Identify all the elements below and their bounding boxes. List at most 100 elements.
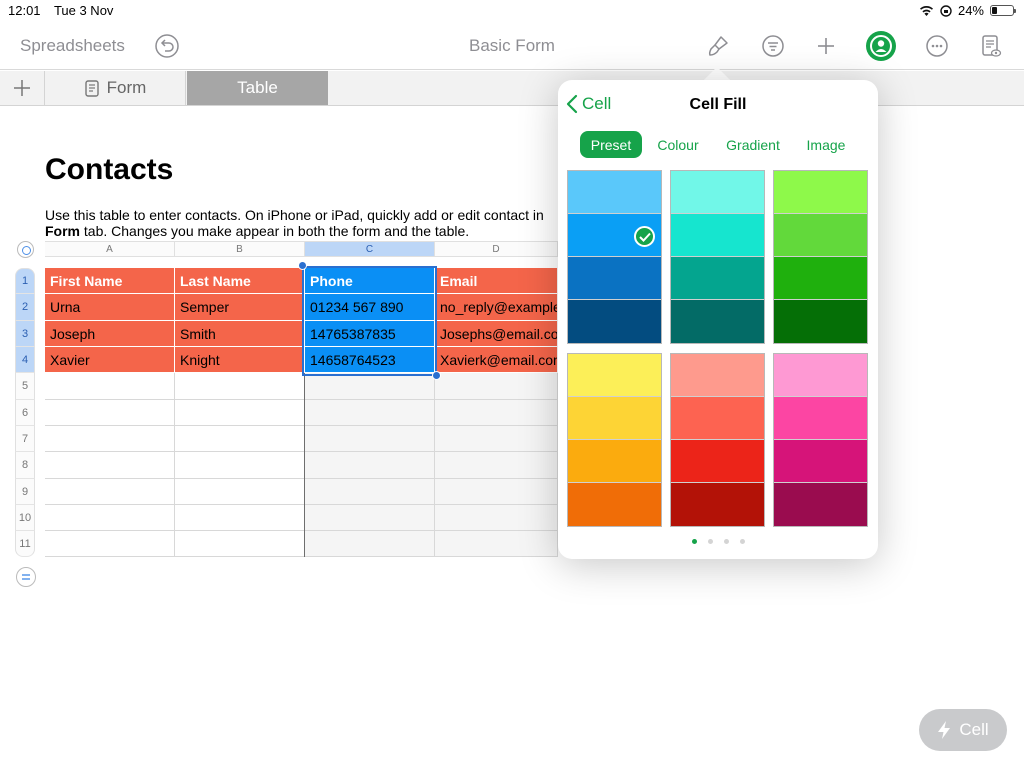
row-header-2[interactable]: 2	[15, 294, 35, 321]
color-swatch[interactable]	[774, 214, 867, 257]
add-sheet-button[interactable]	[0, 71, 45, 105]
table-cell[interactable]: Semper	[175, 294, 305, 321]
color-swatch[interactable]	[774, 300, 867, 343]
selection-handle-top[interactable]	[298, 261, 307, 270]
tab-table[interactable]: Table	[187, 71, 328, 105]
color-swatch[interactable]	[568, 171, 661, 214]
segment-gradient[interactable]: Gradient	[716, 131, 790, 158]
row-header-6[interactable]: 6	[15, 400, 35, 426]
row-header-7[interactable]: 7	[15, 426, 35, 452]
color-swatch[interactable]	[568, 397, 661, 440]
insert-button[interactable]	[811, 31, 841, 61]
color-swatch[interactable]	[671, 214, 764, 257]
row-header-11[interactable]: 11	[15, 531, 35, 557]
segment-preset[interactable]: Preset	[580, 131, 642, 158]
tab-form[interactable]: Form	[46, 71, 186, 105]
row-header-5[interactable]: 5	[15, 373, 35, 400]
row-header-3[interactable]: 3	[15, 321, 35, 347]
column-header-c[interactable]: C	[305, 241, 435, 257]
empty-cell[interactable]	[305, 400, 435, 426]
empty-cell[interactable]	[175, 452, 305, 479]
table-cell[interactable]: Urna	[45, 294, 175, 321]
color-swatch[interactable]	[774, 354, 867, 397]
page-dot[interactable]	[723, 539, 729, 544]
color-swatch[interactable]	[568, 300, 661, 343]
empty-cell[interactable]	[175, 400, 305, 426]
empty-cell[interactable]	[305, 452, 435, 479]
page-dot[interactable]	[739, 539, 745, 544]
table-cell[interactable]: Xavierk@email.com	[435, 347, 558, 373]
empty-cell[interactable]	[45, 479, 175, 505]
color-swatch[interactable]	[671, 440, 764, 483]
empty-cell[interactable]	[175, 426, 305, 452]
color-swatch[interactable]	[568, 214, 661, 257]
color-swatch[interactable]	[568, 483, 661, 526]
empty-cell[interactable]	[45, 400, 175, 426]
table-cell[interactable]: Knight	[175, 347, 305, 373]
reader-view-button[interactable]	[976, 31, 1006, 61]
color-swatch[interactable]	[774, 397, 867, 440]
empty-cell[interactable]	[435, 426, 558, 452]
column-header-d[interactable]: D	[435, 241, 558, 257]
table-cell[interactable]: Smith	[175, 321, 305, 347]
row-header-1[interactable]: 1	[15, 268, 35, 294]
color-swatch[interactable]	[671, 483, 764, 526]
color-swatch[interactable]	[671, 397, 764, 440]
undo-button[interactable]	[154, 33, 180, 59]
selection-handle-bottom[interactable]	[432, 371, 441, 380]
add-row-button[interactable]	[16, 567, 36, 587]
empty-cell[interactable]	[435, 452, 558, 479]
color-swatch[interactable]	[568, 354, 661, 397]
empty-cell[interactable]	[45, 505, 175, 531]
empty-cell[interactable]	[305, 426, 435, 452]
empty-cell[interactable]	[45, 531, 175, 557]
color-swatch[interactable]	[568, 257, 661, 300]
color-swatch[interactable]	[774, 257, 867, 300]
empty-cell[interactable]	[45, 426, 175, 452]
empty-cell[interactable]	[45, 452, 175, 479]
row-header-4[interactable]: 4	[15, 347, 35, 373]
format-button[interactable]	[703, 31, 733, 61]
table-cell[interactable]: Joseph	[45, 321, 175, 347]
color-swatch[interactable]	[774, 171, 867, 214]
empty-cell[interactable]	[435, 479, 558, 505]
empty-cell[interactable]	[305, 479, 435, 505]
empty-cell[interactable]	[305, 373, 435, 400]
more-button[interactable]	[922, 31, 952, 61]
page-dot[interactable]	[691, 539, 697, 544]
table-cell[interactable]: no_reply@example.com	[435, 294, 558, 321]
header-cell-last-name[interactable]: Last Name	[175, 268, 305, 294]
cell-actions-button[interactable]: Cell	[919, 709, 1007, 751]
empty-cell[interactable]	[305, 505, 435, 531]
color-swatch[interactable]	[568, 440, 661, 483]
column-header-b[interactable]: B	[175, 241, 305, 257]
table-cell[interactable]: Xavier	[45, 347, 175, 373]
organize-button[interactable]	[758, 31, 788, 61]
empty-cell[interactable]	[435, 531, 558, 557]
table-cell[interactable]: Josephs@email.com	[435, 321, 558, 347]
row-header-8[interactable]: 8	[15, 452, 35, 479]
collaborate-button[interactable]	[864, 29, 898, 63]
page-dot[interactable]	[707, 539, 713, 544]
color-swatch[interactable]	[671, 171, 764, 214]
column-header-a[interactable]: A	[45, 241, 175, 257]
empty-cell[interactable]	[45, 373, 175, 400]
empty-cell[interactable]	[305, 531, 435, 557]
empty-cell[interactable]	[175, 531, 305, 557]
empty-cell[interactable]	[435, 373, 558, 400]
select-table-button[interactable]	[17, 241, 34, 258]
color-swatch[interactable]	[671, 354, 764, 397]
color-swatch[interactable]	[671, 257, 764, 300]
empty-cell[interactable]	[435, 505, 558, 531]
color-swatch[interactable]	[774, 440, 867, 483]
empty-cell[interactable]	[175, 479, 305, 505]
row-header-9[interactable]: 9	[15, 479, 35, 505]
segment-image[interactable]: Image	[798, 131, 854, 158]
header-cell-email[interactable]: Email	[435, 268, 558, 294]
empty-cell[interactable]	[175, 373, 305, 400]
color-swatch[interactable]	[671, 300, 764, 343]
row-header-10[interactable]: 10	[15, 505, 35, 531]
segment-colour[interactable]: Colour	[648, 131, 708, 158]
empty-cell[interactable]	[435, 400, 558, 426]
empty-cell[interactable]	[175, 505, 305, 531]
